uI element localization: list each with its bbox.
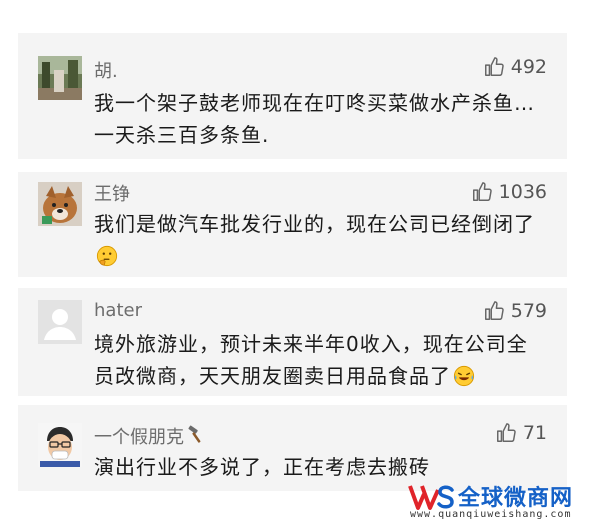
watermark-url: www.quanqiuweishang.com [410,509,572,520]
like-count: 579 [510,300,547,322]
username[interactable]: hater [94,300,142,321]
comment-card: 王铮 1036 我们是做汽车批发行业的，现在公司已经倒闭了 [18,172,567,277]
comment-body: 我们是做汽车批发行业的，现在公司已经倒闭了 [94,208,547,272]
thumbs-up-icon [484,301,504,320]
thinking-emoji-icon [96,245,118,267]
username-text: 一个假朋克 [94,427,184,448]
watermark-title: 全球微商网 [458,486,574,511]
avatar[interactable] [38,423,82,467]
comment-text: 我一个架子鼓老师现在在叮咚买菜做水产杀鱼…一天杀三百多条鱼. [94,91,535,147]
laugh-cry-emoji-icon [453,365,475,387]
avatar[interactable] [38,56,82,100]
default-user-avatar-image [38,300,82,344]
hammer-icon [188,425,201,443]
like-button[interactable]: 71 [495,422,547,444]
watermark: 全球微商网 www.quanqiuweishang.com [404,476,594,526]
watermark-logo-icon [408,485,454,510]
comment-text: 我们是做汽车批发行业的，现在公司已经倒闭了 [94,212,535,236]
like-count: 1036 [498,181,547,203]
thumbs-up-icon [472,182,492,201]
thumbs-up-icon [496,423,516,442]
username[interactable]: 一个假朋克 [94,423,206,449]
comment-card: hater 579 境外旅游业，预计未来半年0收入，现在公司全员改微商，天天朋友… [18,288,567,396]
comment-card: 胡. 492 我一个架子鼓老师现在在叮咚买菜做水产杀鱼…一天杀三百多条鱼. [18,33,567,159]
avatar[interactable] [38,182,82,226]
like-count: 71 [522,422,547,444]
avatar[interactable] [38,300,82,344]
cartoon-avatar-image [38,423,82,467]
like-button[interactable]: 1036 [471,181,547,203]
like-button[interactable]: 579 [483,300,547,322]
like-button[interactable]: 492 [483,56,547,78]
like-count: 492 [510,56,547,78]
comment-body: 境外旅游业，预计未来半年0收入，现在公司全员改微商，天天朋友圈卖日用品食品了 [94,328,547,392]
thumbs-up-icon [484,57,504,76]
dog-avatar-image [38,182,82,226]
username[interactable]: 胡. [94,57,118,83]
photo-avatar-image [38,56,82,100]
username[interactable]: 王铮 [94,180,130,206]
